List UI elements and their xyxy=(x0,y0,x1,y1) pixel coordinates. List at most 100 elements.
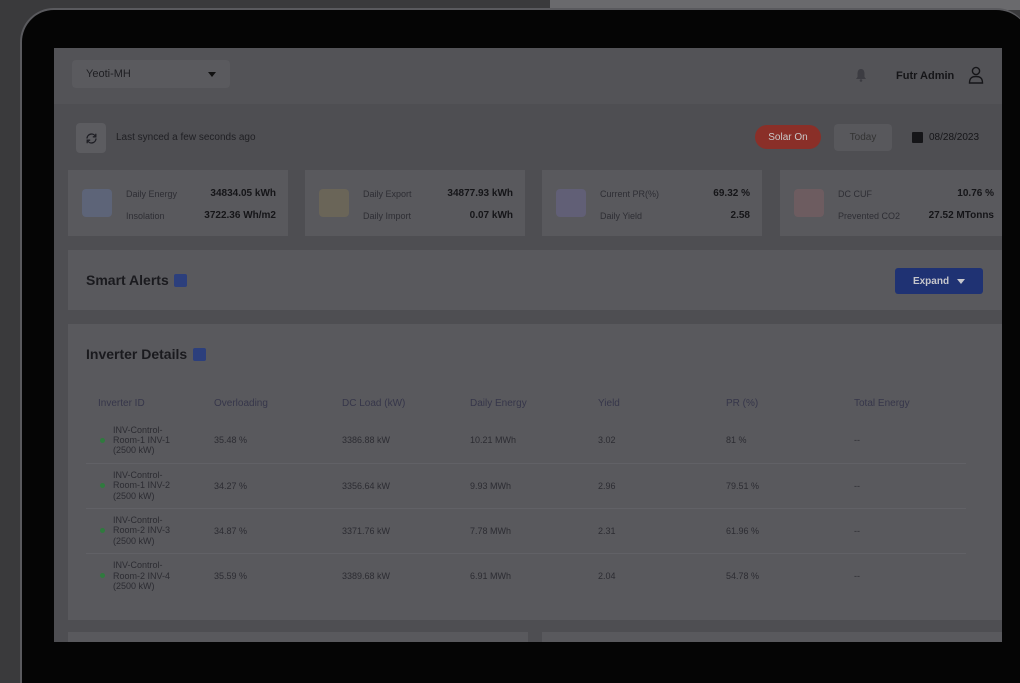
kpi-card-energy: Daily Energy 34834.05 kWh Insolation 372… xyxy=(68,170,288,236)
yield-cell: 3.02 xyxy=(598,418,726,464)
kpi-value: 0.07 kWh xyxy=(469,210,513,221)
user-icon[interactable] xyxy=(968,66,984,84)
sync-button[interactable] xyxy=(76,123,106,153)
dashboard-screen: Yeoti-MH Futr Admin Last synced a few se… xyxy=(54,48,1002,642)
kpi-label: Insolation xyxy=(126,211,165,221)
chevron-down-icon xyxy=(208,71,216,77)
total-energy-cell: -- xyxy=(854,418,966,464)
column-header[interactable]: Yield xyxy=(598,388,726,418)
kpi-value: 27.52 MTonns xyxy=(928,210,994,221)
overloading-cell: 34.87 % xyxy=(214,508,342,554)
overloading-cell: 35.48 % xyxy=(214,418,342,464)
kpi-value: 10.76 % xyxy=(957,188,994,199)
date-picker[interactable]: 08/28/2023 xyxy=(904,124,1002,151)
solar-status-label: Solar On xyxy=(768,131,808,143)
pr-cell: 61.96 % xyxy=(726,508,854,554)
pr-cell: 79.51 % xyxy=(726,463,854,509)
chart-icon xyxy=(82,189,112,217)
column-header[interactable]: Overloading xyxy=(214,388,342,418)
dc-load-cell: 3389.68 kW xyxy=(342,570,391,581)
inverter-id-cell: INV-Control-Room-1 INV-2 (2500 kW) xyxy=(86,463,214,509)
bottom-panel-right xyxy=(542,632,1002,642)
bottom-panel-left xyxy=(68,632,528,642)
total-energy-cell: -- xyxy=(854,570,860,581)
inverter-details-title: Inverter Details xyxy=(86,346,188,362)
table-header-row: Inverter ID Overloading DC Load (kW) Dai… xyxy=(86,388,966,418)
sync-bar: Last synced a few seconds ago Solar On T… xyxy=(70,120,1002,156)
pr-cell: 81 % xyxy=(726,418,854,464)
yield-cell: 2.04 xyxy=(598,570,616,581)
chevron-down-icon xyxy=(957,278,966,284)
kpi-card-cuf: DC CUF 10.76 % Prevented CO2 27.52 MTonn… xyxy=(780,170,1002,236)
inverter-table: Inverter ID Overloading DC Load (kW) Dai… xyxy=(86,388,966,598)
column-header[interactable]: DC Load (kW) xyxy=(342,388,470,418)
inverter-id: INV-Control-Room-1 INV-2 (2500 kW) xyxy=(86,470,176,501)
kpi-card-pr: Current PR(%) 69.32 % Daily Yield 2.58 xyxy=(542,170,762,236)
bell-icon[interactable] xyxy=(855,68,867,82)
overloading-cell: 34.27 % xyxy=(214,463,342,509)
daily-energy-cell: 9.93 MWh xyxy=(470,463,598,509)
kpi-label: Prevented CO2 xyxy=(838,211,901,221)
expand-button-label: Expand xyxy=(912,275,950,287)
table-row[interactable]: INV-Control-Room-1 INV-2 (2500 kW) 34.27… xyxy=(86,463,966,509)
table-row[interactable]: INV-Control-Room-1 INV-1 (2500 kW) 35.48… xyxy=(86,418,966,464)
inverter-id-cell: INV-Control-Room-2 INV-4 (2500 kW) xyxy=(86,553,214,598)
kpi-label: DC CUF xyxy=(838,189,872,199)
top-bar: Yeoti-MH Futr Admin xyxy=(54,48,1002,104)
yield-cell: 2.96 xyxy=(598,463,726,509)
yield-cell: 2.31 xyxy=(598,508,726,554)
kpi-card-export: Daily Export 34877.93 kWh Daily Import 0… xyxy=(305,170,525,236)
column-header[interactable]: PR (%) xyxy=(726,388,854,418)
inverter-name: INV-Control-Room-1 INV-2 (2500 kW) xyxy=(113,469,171,501)
sync-status: Last synced a few seconds ago xyxy=(116,132,256,143)
user-name[interactable]: Futr Admin xyxy=(896,70,954,82)
kpi-value: 34877.93 kWh xyxy=(447,188,513,199)
kpi-label: Daily Energy xyxy=(126,189,178,199)
table-row[interactable]: INV-Control-Room-2 INV-3 (2500 kW) 34.87… xyxy=(86,508,966,554)
column-header[interactable]: Daily Energy xyxy=(470,388,598,418)
kpi-label: Daily Yield xyxy=(600,211,643,221)
daily-energy-cell: 7.78 MWh xyxy=(470,508,598,554)
expand-button[interactable]: Expand xyxy=(895,268,983,294)
kpi-label: Daily Import xyxy=(363,211,412,221)
dc-load-cell: 3386.88 kW xyxy=(342,418,470,464)
kpi-value: 3722.36 Wh/m2 xyxy=(204,210,276,221)
inverter-id-cell: INV-Control-Room-2 INV-3 (2500 kW) xyxy=(86,508,214,554)
total-energy-cell: -- xyxy=(854,463,966,509)
external-link-icon[interactable] xyxy=(174,274,187,287)
inverter-id: INV-Control-Room-2 INV-4 (2500 kW) xyxy=(86,560,176,591)
inverter-name: INV-Control-Room-2 INV-4 (2500 kW) xyxy=(113,560,171,591)
solar-status-badge: Solar On xyxy=(755,125,821,149)
refresh-icon xyxy=(85,132,97,144)
site-selector-label: Yeoti-MH xyxy=(86,68,131,80)
today-button[interactable]: Today xyxy=(834,124,892,151)
chart-icon xyxy=(794,189,824,217)
kpi-value: 69.32 % xyxy=(713,188,750,199)
inverter-id: INV-Control-Room-2 INV-3 (2500 kW) xyxy=(86,515,176,546)
column-header[interactable]: Total Energy xyxy=(854,388,966,418)
calendar-icon xyxy=(912,132,923,143)
chart-icon xyxy=(319,189,349,217)
date-value: 08/28/2023 xyxy=(929,132,980,143)
dc-load-cell: 3371.76 kW xyxy=(342,508,470,554)
kpi-value: 34834.05 kWh xyxy=(210,188,276,199)
column-header[interactable]: Inverter ID xyxy=(86,388,214,418)
inverter-id: INV-Control-Room-1 INV-1 (2500 kW) xyxy=(86,425,176,456)
inverter-id-cell: INV-Control-Room-1 INV-1 (2500 kW) xyxy=(86,418,214,464)
overloading-cell: 35.59 % xyxy=(214,570,248,581)
inverter-name: INV-Control-Room-2 INV-3 (2500 kW) xyxy=(113,514,171,546)
status-dot-icon xyxy=(100,573,105,579)
daily-energy-cell: 6.91 MWh xyxy=(470,570,512,581)
inverter-name: INV-Control-Room-1 INV-1 (2500 kW) xyxy=(113,424,171,456)
external-link-icon[interactable] xyxy=(193,348,206,361)
kpi-value: 2.58 xyxy=(730,210,750,221)
dc-load-cell: 3356.64 kW xyxy=(342,463,470,509)
daily-energy-cell: 10.21 MWh xyxy=(470,418,598,464)
table-row[interactable]: INV-Control-Room-2 INV-4 (2500 kW) 35.59… xyxy=(86,553,966,598)
status-dot-icon xyxy=(100,528,105,533)
kpi-label: Current PR(%) xyxy=(600,189,660,199)
smart-alerts-panel xyxy=(68,250,1002,310)
site-selector[interactable]: Yeoti-MH xyxy=(72,60,230,88)
chart-icon xyxy=(556,189,586,217)
total-energy-cell: -- xyxy=(854,508,966,554)
